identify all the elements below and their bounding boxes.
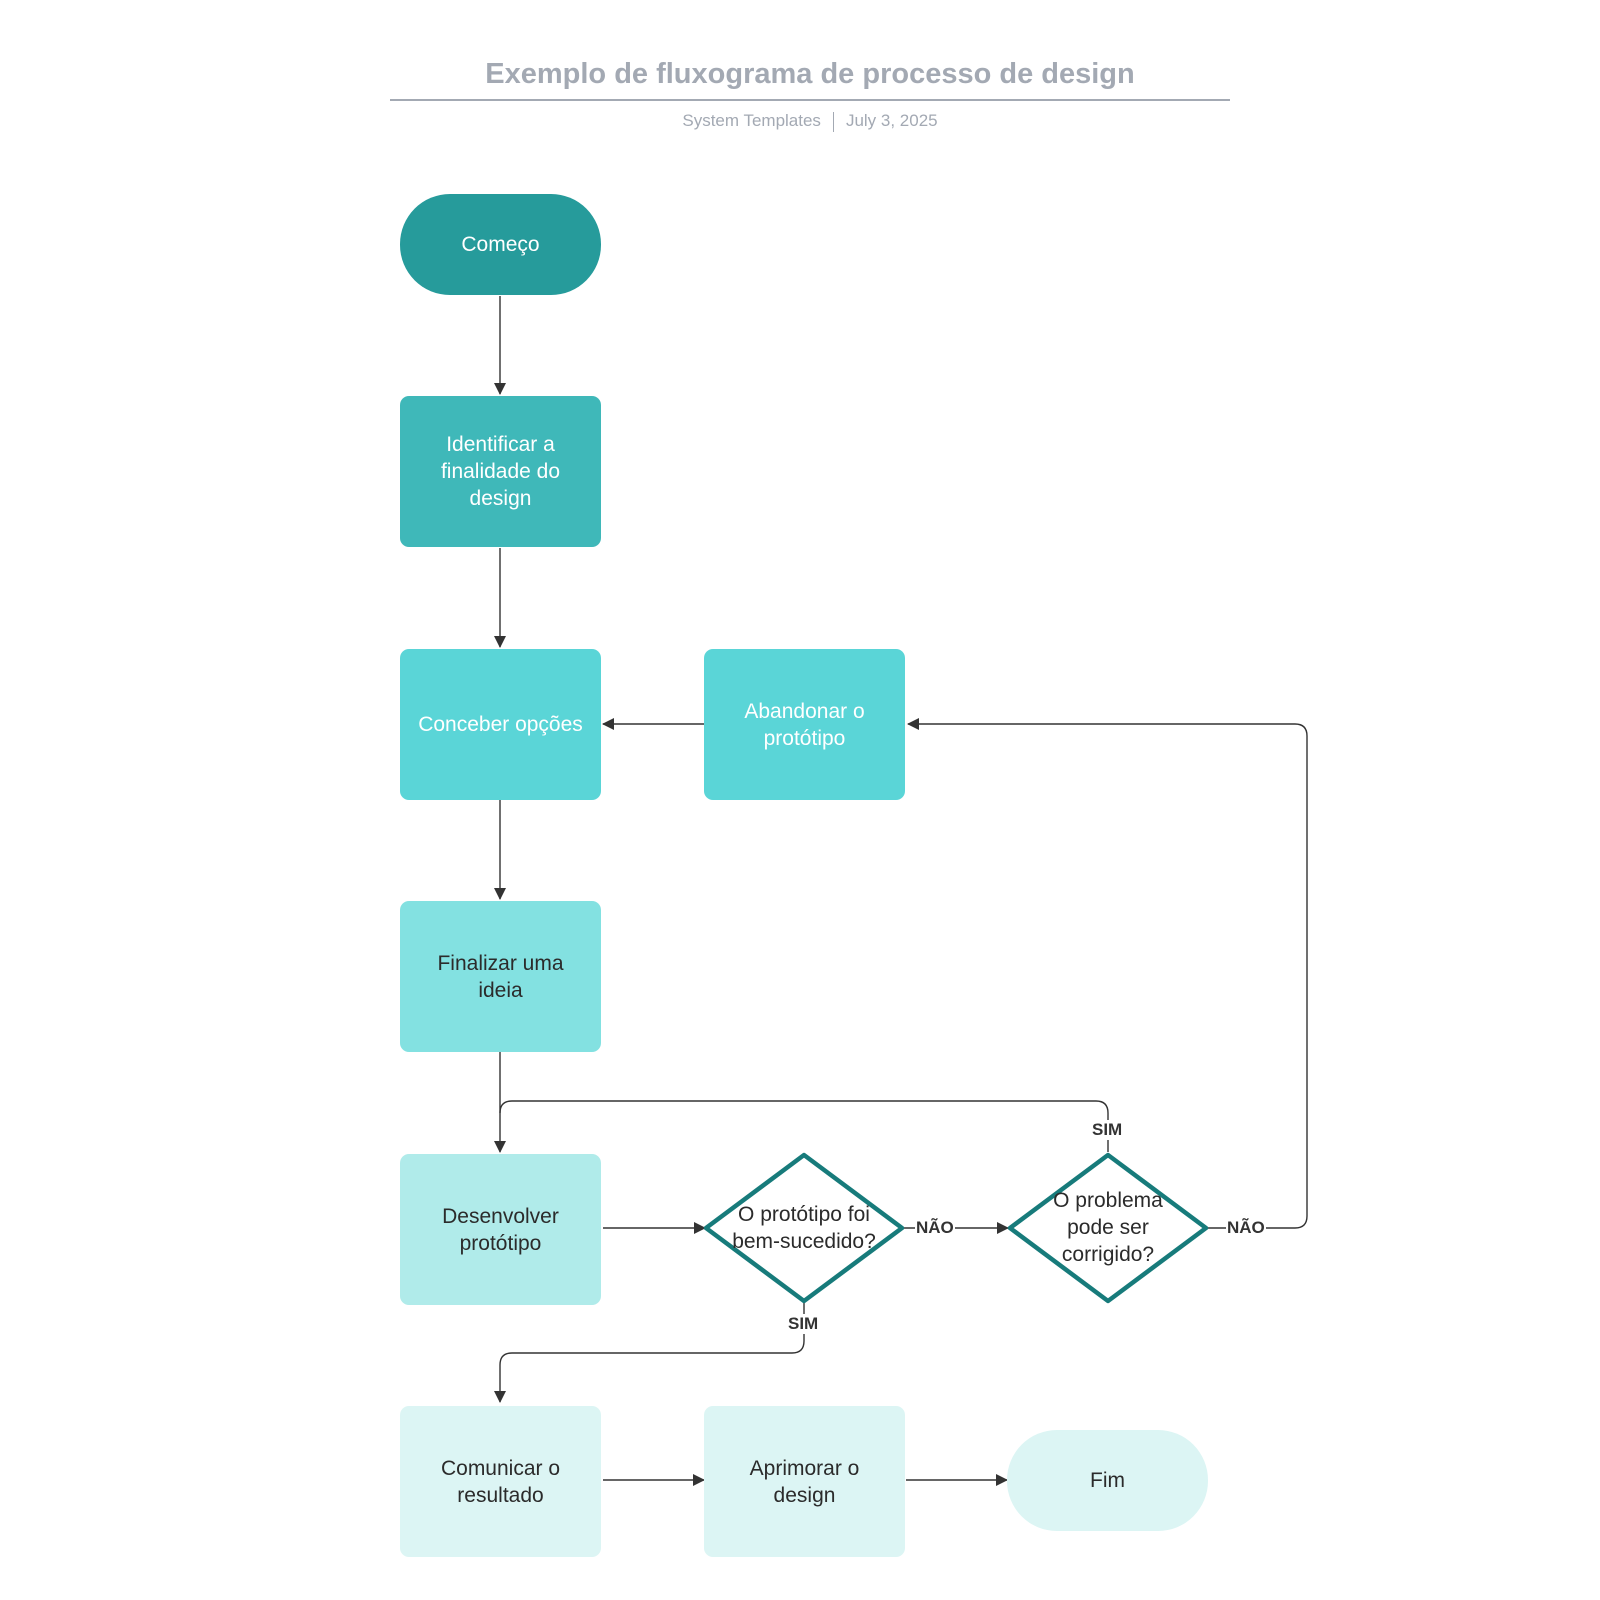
edge-label-no-1: NÃO: [915, 1218, 955, 1238]
finalize-idea-node[interactable]: Finalizar uma ideia: [400, 901, 601, 1052]
abandon-prototype-node[interactable]: Abandonar o protótipo: [704, 649, 905, 800]
improve-design-node[interactable]: Aprimorar o design: [704, 1406, 905, 1557]
edge-label-yes-1: SIM: [787, 1314, 820, 1334]
communicate-result-node[interactable]: Comunicar o resultado: [400, 1406, 601, 1557]
conceive-options-node[interactable]: Conceber opções: [400, 649, 601, 800]
identify-purpose-node[interactable]: Identificar a finalidade do design: [400, 396, 601, 547]
edge-decision2-yes-develop: [499, 1100, 1109, 1152]
connectors-layer: [494, 296, 1308, 1486]
end-node[interactable]: Fim: [1007, 1430, 1208, 1531]
develop-prototype-node[interactable]: Desenvolver protótipo: [400, 1154, 601, 1305]
start-node[interactable]: Começo: [400, 194, 601, 295]
edge-label-yes-2: SIM: [1091, 1120, 1124, 1140]
edge-decision1-yes-communicate: [494, 1302, 805, 1403]
decision-prototype-success[interactable]: O protótipo foi bem-sucedido?: [719, 1201, 889, 1255]
edge-label-no-2: NÃO: [1226, 1218, 1266, 1238]
decision-problem-fixable[interactable]: O problema pode ser corrigido?: [1043, 1187, 1173, 1268]
edge-decision2-no-abandon: [907, 718, 1308, 1229]
